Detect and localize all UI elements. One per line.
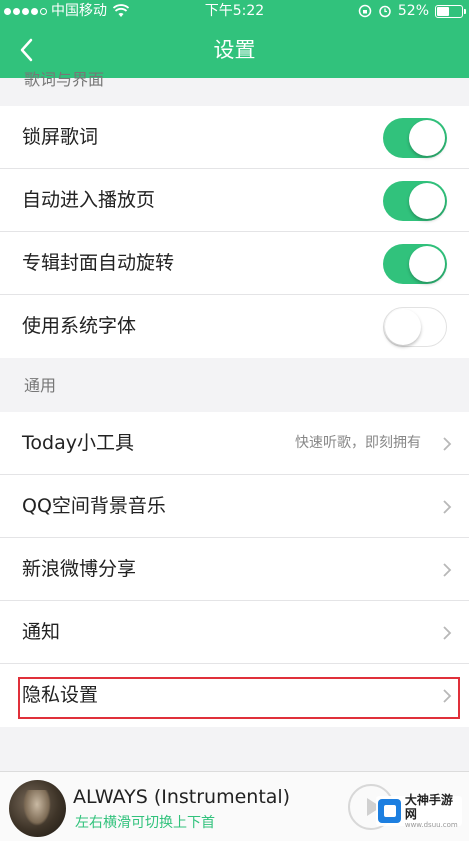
setting-row-today-widget[interactable]: Today小工具 快速听歌，即刻拥有	[0, 412, 469, 475]
toggle-settings-group: 锁屏歌词 自动进入播放页 专辑封面自动旋转 使用系统字体	[0, 106, 469, 358]
section-header-general: 通用	[24, 376, 57, 395]
setting-row-auto-play-page: 自动进入播放页	[0, 169, 469, 232]
alarm-icon	[379, 5, 391, 18]
setting-label: 自动进入播放页	[22, 189, 156, 211]
section-header-lyrics: 歌词与界面	[24, 70, 105, 89]
system-font-toggle[interactable]	[383, 307, 447, 347]
watermark-url: www.dsuu.com	[404, 820, 458, 829]
setting-label: 使用系统字体	[22, 315, 137, 337]
song-swipe-hint: 左右横滑可切换上下首	[75, 815, 215, 831]
watermark-text: 大神手游网	[404, 792, 453, 821]
rotation-lock-icon	[358, 4, 372, 18]
watermark-logo-icon	[378, 799, 401, 823]
setting-row-qzone-music[interactable]: QQ空间背景音乐	[0, 475, 469, 538]
chevron-right-icon	[443, 500, 452, 514]
setting-row-weibo-share[interactable]: 新浪微博分享	[0, 538, 469, 601]
chevron-right-icon	[443, 563, 452, 577]
status-bar: 中国移动 下午5:22 52%	[0, 0, 469, 22]
setting-hint: 快速听歌，即刻拥有	[295, 435, 421, 451]
setting-row-system-font: 使用系统字体	[0, 295, 469, 358]
lock-screen-lyrics-toggle[interactable]	[383, 118, 447, 158]
cover-rotate-toggle[interactable]	[383, 244, 447, 284]
setting-label: QQ空间背景音乐	[22, 495, 166, 517]
setting-label: 锁屏歌词	[22, 126, 99, 148]
setting-row-lock-screen-lyrics: 锁屏歌词	[0, 106, 469, 169]
setting-row-cover-rotate: 专辑封面自动旋转	[0, 232, 469, 295]
auto-play-page-toggle[interactable]	[383, 181, 447, 221]
album-cover[interactable]	[9, 780, 66, 837]
setting-label: 通知	[22, 621, 61, 643]
watermark: 大神手游网 www.dsuu.com	[376, 792, 462, 829]
song-title: ALWAYS (Instrumental)	[73, 786, 291, 808]
setting-label: 新浪微博分享	[22, 558, 137, 580]
battery-percent: 52%	[397, 3, 429, 19]
chevron-right-icon	[443, 626, 452, 640]
setting-label: Today小工具	[22, 432, 134, 454]
chevron-right-icon	[443, 437, 452, 451]
setting-label: 专辑封面自动旋转	[22, 252, 175, 274]
privacy-highlight-box	[18, 677, 460, 719]
setting-row-notifications[interactable]: 通知	[0, 601, 469, 664]
status-right: 52%	[358, 0, 466, 22]
battery-icon	[435, 4, 466, 18]
